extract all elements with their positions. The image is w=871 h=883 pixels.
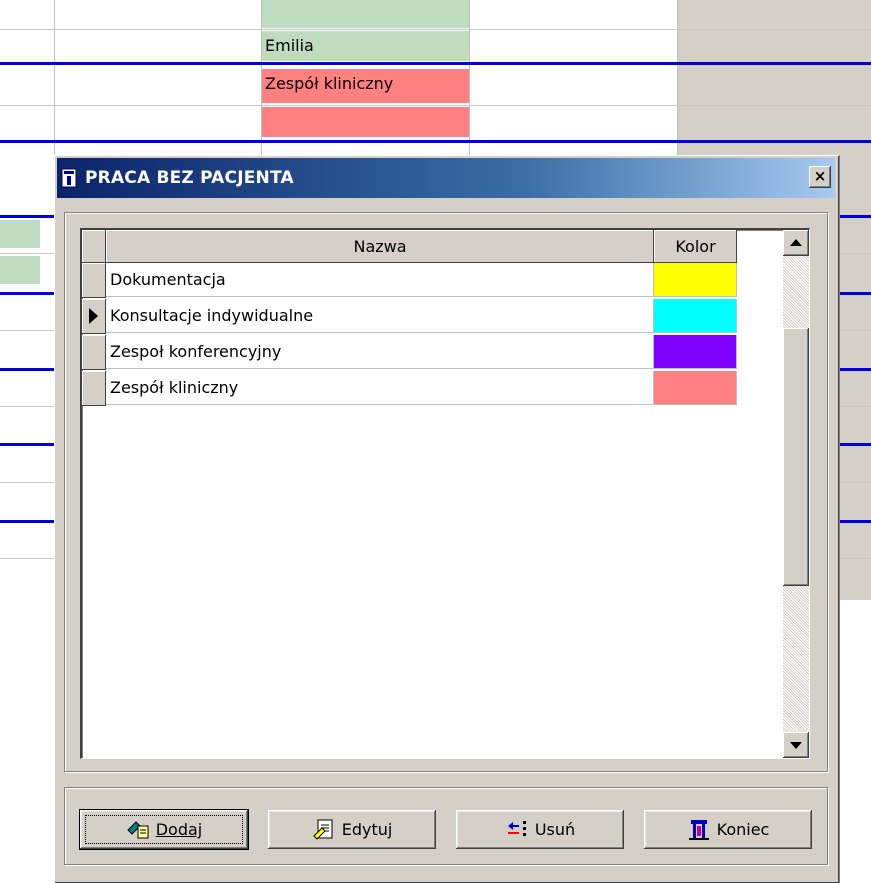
name-cell[interactable]: Zespoł konferencyjny — [106, 335, 654, 369]
current-row-arrow-icon — [89, 308, 98, 324]
edit-button-label: Edytuj — [341, 820, 393, 839]
delete-button[interactable]: Usuń — [456, 810, 624, 849]
activity-grid[interactable]: Nazwa Kolor Dokumentacja Konsultacje indy… — [80, 228, 810, 759]
schedule-cell[interactable] — [262, 107, 469, 137]
row-indicator[interactable] — [82, 371, 106, 406]
grid-blue-line — [0, 62, 871, 65]
schedule-cell[interactable]: Zespół kliniczny — [262, 69, 469, 103]
grid-panel: Nazwa Kolor Dokumentacja Konsultacje indy… — [64, 212, 828, 772]
dialog-title: PRACA BEZ PACJENTA — [85, 168, 294, 188]
focus-rect — [85, 815, 243, 844]
button-panel: Dodaj Edytuj Usuń Koniec — [64, 787, 828, 865]
add-icon — [127, 820, 149, 838]
grid-blue-line — [0, 140, 871, 143]
edit-button[interactable]: Edytuj — [268, 810, 436, 849]
row-indicator[interactable] — [82, 299, 106, 334]
edit-icon — [312, 819, 333, 840]
color-cell[interactable] — [654, 335, 737, 369]
color-cell[interactable] — [654, 371, 737, 405]
exit-door-icon — [688, 819, 709, 840]
scroll-up-button[interactable] — [783, 230, 809, 256]
column-header-kolor[interactable]: Kolor — [654, 230, 737, 263]
delete-button-label: Usuń — [534, 820, 576, 839]
schedule-cell[interactable] — [0, 256, 40, 284]
grid-hline — [0, 105, 871, 106]
app-icon — [61, 168, 77, 188]
scroll-thumb[interactable] — [783, 328, 809, 586]
row-indicator[interactable] — [82, 263, 106, 298]
color-cell[interactable] — [654, 263, 737, 297]
arrow-up-icon — [790, 239, 802, 246]
name-cell[interactable]: Konsultacje indywidualne — [106, 299, 654, 333]
arrow-down-icon — [790, 742, 802, 749]
grid-corner-header — [82, 230, 106, 263]
delete-icon — [507, 820, 526, 836]
close-button[interactable]: × — [809, 166, 831, 188]
vertical-scrollbar[interactable] — [783, 230, 809, 758]
name-cell[interactable]: Dokumentacja — [106, 263, 654, 297]
schedule-cell[interactable]: Emilia — [262, 31, 469, 61]
schedule-cell[interactable] — [0, 220, 40, 248]
close-dialog-button[interactable]: Koniec — [644, 810, 812, 849]
name-cell[interactable]: Zespół kliniczny — [106, 371, 654, 405]
close-dialog-button-label: Koniec — [716, 820, 770, 839]
praca-bez-pacjenta-dialog: PRACA BEZ PACJENTA × Nazwa Kolor Dokumen… — [54, 155, 840, 883]
dialog-titlebar[interactable]: PRACA BEZ PACJENTA × — [57, 158, 835, 198]
row-indicator[interactable] — [82, 335, 106, 370]
add-button[interactable]: Dodaj — [79, 809, 249, 850]
schedule-cell[interactable]: Zdanek — [262, 0, 469, 28]
color-cell[interactable] — [654, 299, 737, 333]
grid-hline — [0, 29, 871, 30]
scroll-down-button[interactable] — [783, 732, 809, 758]
column-header-nazwa[interactable]: Nazwa — [106, 230, 654, 263]
